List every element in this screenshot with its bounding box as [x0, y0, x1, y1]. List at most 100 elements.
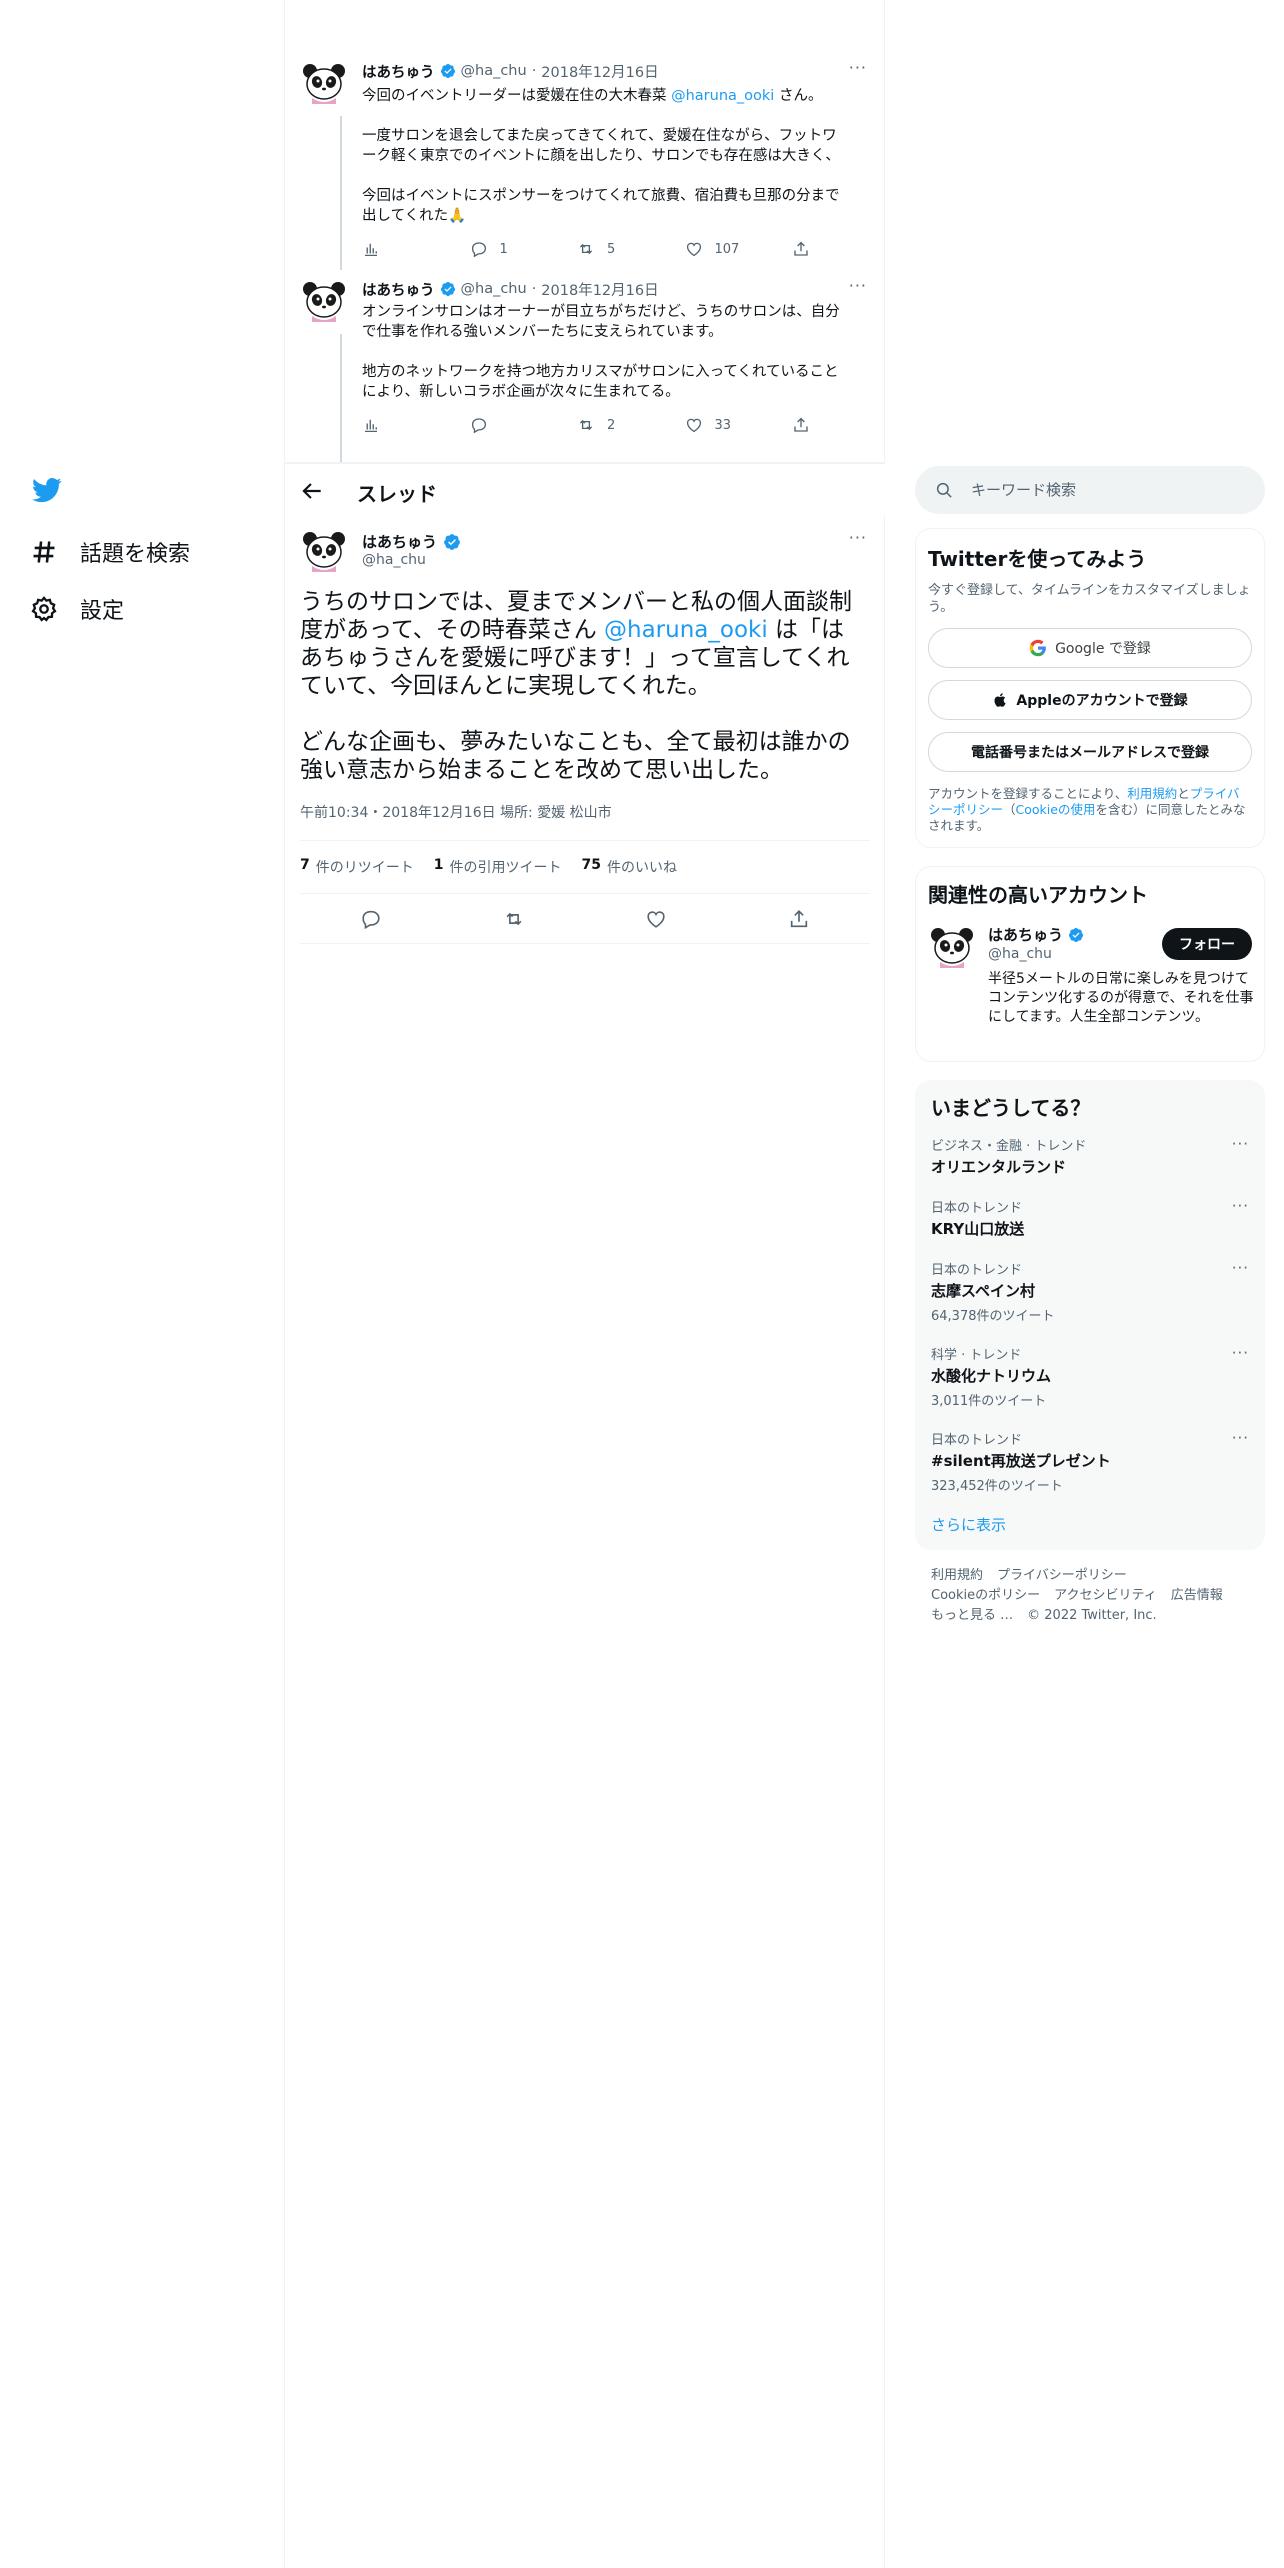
- left-nav: 話題を検索 設定: [0, 0, 285, 2568]
- more-icon[interactable]: ···: [849, 58, 867, 77]
- analytics-button[interactable]: [362, 240, 462, 258]
- tweet-actions: 2 33: [362, 414, 810, 436]
- reply-icon[interactable]: [360, 908, 382, 930]
- tweet-stats: 7 件のリツイート 1 件の引用ツイート 75 件のいいね: [300, 840, 870, 894]
- reply-button[interactable]: 1: [470, 240, 570, 258]
- avatar[interactable]: [928, 924, 976, 972]
- share-icon: [792, 416, 810, 434]
- like-count: 107: [714, 241, 740, 257]
- nav-explore[interactable]: 話題を検索: [30, 536, 190, 568]
- account-handle[interactable]: @ha_chu: [988, 946, 1052, 962]
- trend-item[interactable]: 科学 · トレンド 水酸化ナトリウム 3,011件のツイート ···: [931, 1344, 1249, 1409]
- footer-more[interactable]: もっと見る …: [931, 1608, 1013, 1623]
- more-icon[interactable]: ···: [1232, 1429, 1249, 1447]
- thread-tweet[interactable]: はあちゅう @ha_chu · 2018年12月16日 ··· 今回のイベントリ…: [300, 58, 870, 270]
- thread-header: スレッド: [285, 462, 885, 516]
- analytics-button[interactable]: [362, 416, 462, 434]
- footer-cookie[interactable]: Cookieのポリシー: [931, 1588, 1040, 1603]
- twitter-bird-icon[interactable]: [30, 475, 64, 505]
- text-paragraph: 今回はイベントにスポンサーをつけてくれて旅費、宿泊費も旦那の分まで出してくれた🙏: [362, 188, 840, 224]
- retweet-stat[interactable]: 7 件のリツイート: [300, 857, 414, 877]
- signup-legal: アカウントを登録することにより、利用規約とプライバシーポリシー（Cookieの使…: [928, 786, 1252, 834]
- share-button[interactable]: [792, 416, 810, 434]
- show-more-link[interactable]: さらに表示: [931, 1514, 1249, 1535]
- footer-ads[interactable]: 広告情報: [1171, 1588, 1223, 1603]
- avatar[interactable]: [300, 60, 348, 108]
- text-paragraph: 一度サロンを退会してまた戻ってきてくれて、愛媛在住ながら、フットワーク軽く東京で…: [362, 128, 840, 164]
- tweet-date[interactable]: 2018年12月16日: [541, 279, 658, 300]
- retweet-icon: [577, 416, 595, 434]
- author-handle[interactable]: @ha_chu: [461, 281, 527, 297]
- tweet-meta[interactable]: 午前10:34・2018年12月16日 場所: 愛媛 松山市: [300, 802, 612, 822]
- footer-privacy[interactable]: プライバシーポリシー: [997, 1568, 1127, 1583]
- retweet-count: 5: [607, 241, 616, 257]
- tweet-date[interactable]: 2018年12月16日: [541, 61, 658, 82]
- author-name[interactable]: はあちゅう: [362, 279, 435, 300]
- nav-settings-label: 設定: [80, 599, 125, 624]
- page-title: スレッド: [357, 482, 437, 506]
- like-button[interactable]: 33: [685, 416, 785, 434]
- reply-button[interactable]: [470, 416, 570, 434]
- trend-count: 64,378件のツイート: [931, 1309, 1055, 1324]
- more-icon[interactable]: ···: [849, 528, 867, 547]
- back-arrow-icon[interactable]: [299, 478, 325, 504]
- trends-title: いまどうしてる？: [931, 1096, 1091, 1120]
- tweet-text: うちのサロンでは、夏までメンバーと私の個人面談制度があって、その時春菜さん @h…: [300, 588, 860, 784]
- search-bar[interactable]: [915, 466, 1265, 514]
- author-name[interactable]: はあちゅう: [362, 61, 435, 82]
- verified-badge-icon: [443, 533, 461, 551]
- thread-tweet[interactable]: はあちゅう @ha_chu · 2018年12月16日 ··· オンラインサロン…: [300, 276, 870, 510]
- author-handle[interactable]: @ha_chu: [461, 63, 527, 79]
- footer-accessibility[interactable]: アクセシビリティ: [1054, 1588, 1157, 1603]
- more-icon[interactable]: ···: [1232, 1197, 1249, 1215]
- phone-signup-label: 電話番号またはメールアドレスで登録: [971, 745, 1209, 761]
- retweet-button[interactable]: 2: [577, 416, 677, 434]
- trend-topic: オリエンタルランド: [931, 1158, 1067, 1176]
- share-icon[interactable]: [788, 908, 810, 930]
- trend-context: 日本のトレンド: [931, 1201, 1023, 1216]
- main-column: はあちゅう @ha_chu · 2018年12月16日 ··· 今回のイベントリ…: [285, 0, 885, 2568]
- trend-item[interactable]: ビジネス・金融 · トレンド オリエンタルランド ···: [931, 1135, 1249, 1177]
- mention-link[interactable]: @haruna_ooki: [604, 617, 768, 643]
- more-icon[interactable]: ···: [1232, 1344, 1249, 1362]
- retweet-button[interactable]: 5: [577, 240, 677, 258]
- follow-button[interactable]: フォロー: [1162, 928, 1252, 960]
- search-input[interactable]: [971, 481, 1231, 499]
- avatar[interactable]: [300, 528, 348, 576]
- more-icon[interactable]: ···: [1232, 1259, 1249, 1277]
- google-signup-button[interactable]: Google で登録: [928, 628, 1252, 668]
- cookie-link[interactable]: Cookieの使用: [1016, 802, 1096, 817]
- legal-text: アカウントを登録することにより、: [928, 786, 1128, 801]
- trend-context: ビジネス・金融 · トレンド: [931, 1139, 1087, 1154]
- author-name[interactable]: はあちゅう: [362, 531, 437, 552]
- trend-context: 日本のトレンド: [931, 1263, 1023, 1278]
- more-icon[interactable]: ···: [1232, 1135, 1249, 1153]
- trend-item[interactable]: 日本のトレンド #silent再放送プレゼント 323,452件のツイート ··…: [931, 1429, 1249, 1494]
- phone-signup-button[interactable]: 電話番号またはメールアドレスで登録: [928, 732, 1252, 772]
- avatar[interactable]: [300, 278, 348, 326]
- like-icon[interactable]: [645, 908, 667, 930]
- author-handle[interactable]: @ha_chu: [362, 552, 426, 568]
- trend-topic: 水酸化ナトリウム: [931, 1367, 1052, 1385]
- terms-link[interactable]: 利用規約: [1127, 786, 1177, 801]
- reply-icon: [470, 240, 488, 258]
- trend-topic: #silent再放送プレゼント: [931, 1452, 1111, 1470]
- trend-item[interactable]: 日本のトレンド 志摩スペイン村 64,378件のツイート ···: [931, 1259, 1249, 1324]
- account-name[interactable]: はあちゅう: [988, 924, 1063, 945]
- tweet-text: 今回のイベントリーダーは愛媛在住の大木春菜 @haruna_ooki さん。 一…: [362, 86, 850, 226]
- footer-terms[interactable]: 利用規約: [931, 1568, 983, 1583]
- quote-stat[interactable]: 1 件の引用ツイート: [434, 857, 562, 877]
- like-count: 33: [714, 417, 732, 433]
- mention-link[interactable]: @haruna_ooki: [671, 88, 774, 104]
- gear-icon: [31, 596, 57, 622]
- nav-settings[interactable]: 設定: [30, 593, 124, 625]
- like-stat[interactable]: 75 件のいいね: [582, 857, 677, 877]
- trend-item[interactable]: 日本のトレンド KRY山口放送 ···: [931, 1197, 1249, 1239]
- like-button[interactable]: 107: [685, 240, 785, 258]
- footer-links: 利用規約 プライバシーポリシー Cookieのポリシー アクセシビリティ 広告情報 も…: [915, 1566, 1265, 1626]
- apple-signup-button[interactable]: Appleのアカウントで登録: [928, 680, 1252, 720]
- retweet-icon[interactable]: [503, 908, 525, 930]
- more-icon[interactable]: ···: [849, 276, 867, 295]
- account-row[interactable]: はあちゅう @ha_chu フォロー 半径5メートルの日常に楽しみを見つけてコン…: [928, 924, 1253, 1054]
- share-button[interactable]: [792, 240, 810, 258]
